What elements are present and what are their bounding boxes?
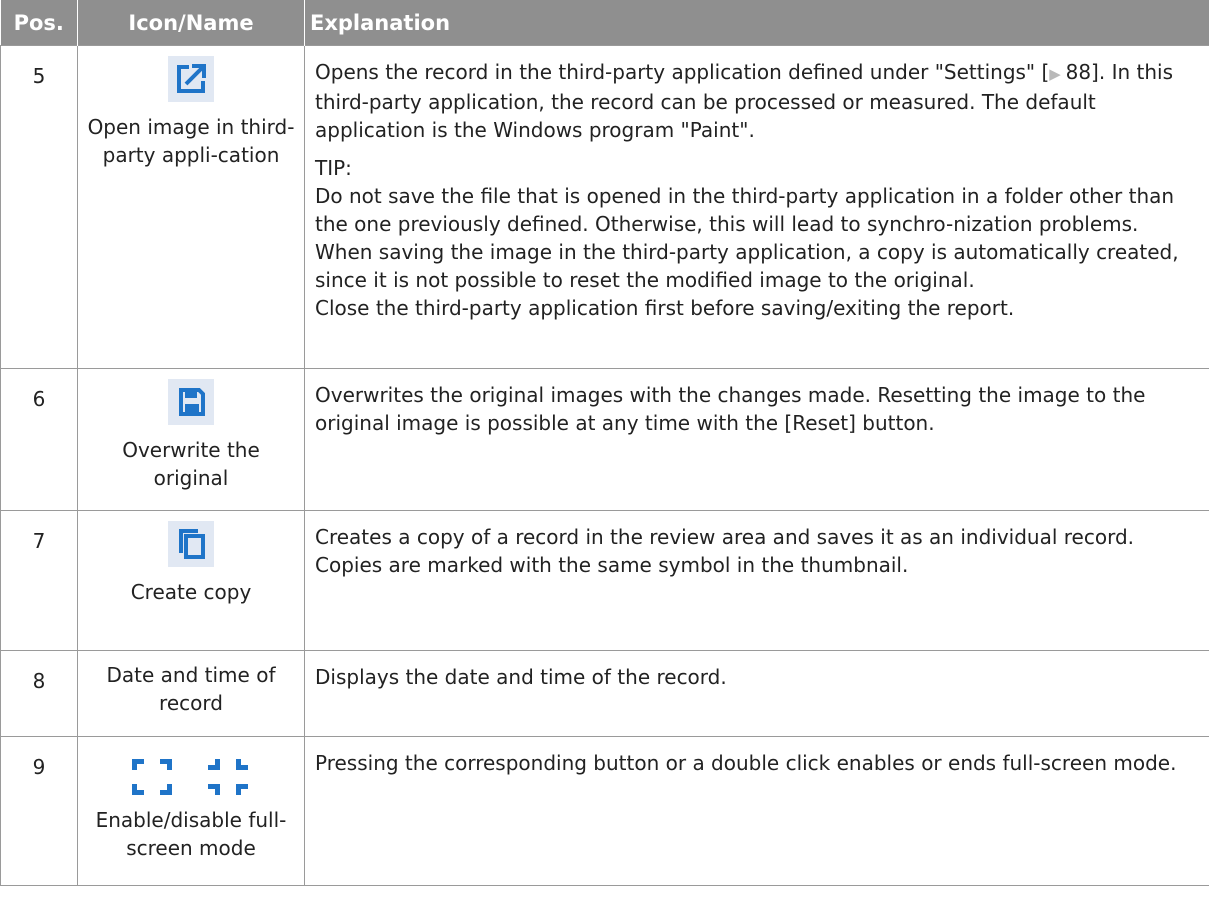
copy-icon	[168, 521, 214, 567]
row-pos: 8	[0, 650, 78, 737]
table-row: 9 Enable/disable full-screen mode Pressi…	[0, 736, 1209, 886]
row-icon-name-cell: Enable/disable full-screen mode	[77, 736, 305, 886]
fullscreen-toggle-icon	[130, 755, 252, 799]
row-icon-name-cell: Create copy	[77, 510, 305, 651]
row-pos: 5	[0, 45, 78, 369]
tip-label: TIP:	[315, 156, 352, 180]
header-icon-name: Icon/Name	[77, 0, 305, 46]
table-row: 7 Create copy Creates a copy of a record…	[0, 510, 1209, 651]
table-row: 6 Overwrite the original Overwrites the …	[0, 368, 1209, 511]
row-name: Overwrite the original	[122, 438, 260, 490]
table-row: 5 Open image in third-party appli-cation…	[0, 45, 1209, 369]
row-icon-name-cell: Overwrite the original	[77, 368, 305, 511]
table-header-row: Pos. Icon/Name Explanation	[0, 0, 1209, 46]
tip-text: Do not save the file that is opened in t…	[315, 184, 1175, 236]
header-pos: Pos.	[0, 0, 78, 46]
row-explanation: Overwrites the original images with the …	[304, 368, 1209, 511]
row-explanation: Opens the record in the third-party appl…	[304, 45, 1209, 369]
page-ref-arrow-icon: ▶	[1049, 65, 1066, 83]
row-explanation: Pressing the corresponding button or a d…	[304, 736, 1209, 886]
explanation-text: Opens the record in the third-party appl…	[315, 60, 1174, 142]
table-row: 8 Date and time of record Displays the d…	[0, 650, 1209, 737]
row-pos: 9	[0, 736, 78, 886]
row-pos: 7	[0, 510, 78, 651]
tip-text: Close the third-party application first …	[315, 296, 1015, 320]
header-explanation: Explanation	[304, 0, 1209, 46]
row-name: Create copy	[130, 580, 252, 604]
row-explanation: Displays the date and time of the record…	[304, 650, 1209, 737]
row-name: Open image in third-party appli-cation	[87, 115, 295, 167]
open-external-icon	[168, 56, 214, 102]
tip-text: When saving the image in the third-party…	[315, 240, 1179, 292]
row-icon-name-cell: Open image in third-party appli-cation	[77, 45, 305, 369]
row-name: Enable/disable full-screen mode	[95, 808, 287, 860]
row-name: Date and time of record	[77, 650, 305, 737]
function-table: Pos. Icon/Name Explanation 5 Open image …	[0, 0, 1209, 886]
save-disk-icon	[168, 379, 214, 425]
row-explanation: Creates a copy of a record in the review…	[304, 510, 1209, 651]
row-pos: 6	[0, 368, 78, 511]
